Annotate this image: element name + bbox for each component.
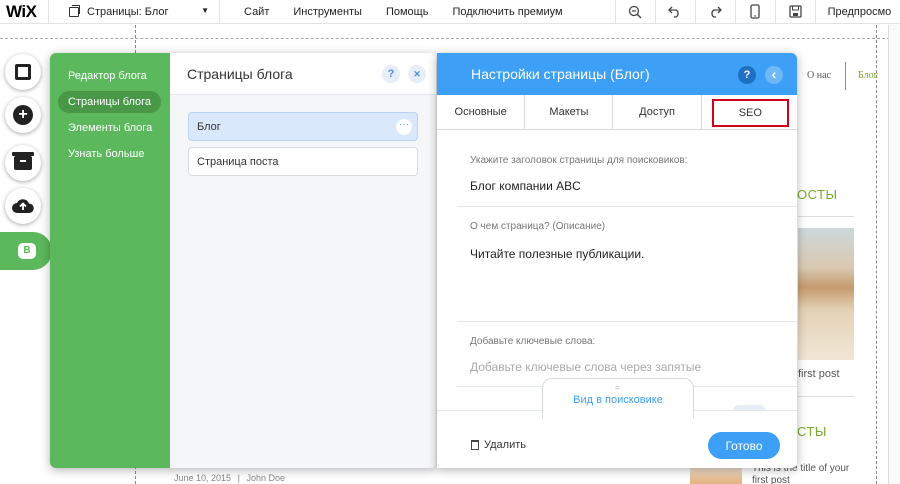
settings-tabs: Основные Макеты Доступ SEO xyxy=(437,95,797,130)
canvas-guide-top xyxy=(0,38,900,39)
page-item-label: Страница поста xyxy=(197,155,279,168)
cloud-upload-icon xyxy=(12,199,34,213)
upload-button[interactable] xyxy=(5,188,41,224)
seo-title-input[interactable]: Блог компании ABC xyxy=(470,179,581,193)
post-author: John Doe xyxy=(246,473,285,483)
search-preview-tab[interactable]: = Вид в поисковике xyxy=(542,378,694,418)
wix-logo: WiX xyxy=(6,1,37,21)
page-settings-panel: Настройки страницы (Блог) ? ‹ Основные М… xyxy=(437,53,797,468)
preview-button[interactable]: Предпросмо xyxy=(816,6,892,18)
back-icon[interactable]: ‹ xyxy=(765,66,783,84)
site-divider xyxy=(798,396,854,397)
tab-seo[interactable]: SEO xyxy=(711,99,789,127)
nav-blog-pages[interactable]: Страницы блога xyxy=(58,91,162,113)
close-icon[interactable]: ✕ xyxy=(408,65,426,83)
post-meta: June 10, 2015 | John Doe xyxy=(174,473,285,483)
done-button[interactable]: Готово xyxy=(708,432,780,459)
menu-site[interactable]: Сайт xyxy=(220,0,281,24)
page-settings-header: Настройки страницы (Блог) ? ‹ xyxy=(437,53,797,95)
nav-blog-editor[interactable]: Редактор блога xyxy=(58,65,157,87)
post-image[interactable] xyxy=(798,228,854,360)
site-posts-heading-2: СТЫ xyxy=(797,424,827,439)
nav-blog-elements[interactable]: Элементы блога xyxy=(58,117,162,139)
pages-dropdown[interactable]: Страницы: Блог ▼ xyxy=(49,0,219,24)
archive-icon xyxy=(12,152,34,170)
site-nav-divider xyxy=(845,62,846,90)
keywords-input[interactable]: Добавьте ключевые слова через запятые xyxy=(470,360,701,374)
mobile-view-icon[interactable] xyxy=(734,0,775,24)
blog-pages-list: Блог ··· Страница поста xyxy=(170,95,436,468)
blog-icon: B xyxy=(18,243,36,259)
post-title-fragment[interactable]: first post xyxy=(798,368,840,380)
field-divider xyxy=(457,206,797,207)
site-nav-about[interactable]: О нас xyxy=(807,70,831,81)
post-date: June 10, 2015 xyxy=(174,473,232,483)
blog-manager-tab[interactable]: B xyxy=(0,232,52,270)
undo-icon[interactable] xyxy=(654,0,695,24)
tab-access[interactable]: Доступ xyxy=(613,95,702,129)
canvas-scroll-gutter[interactable] xyxy=(888,25,900,484)
menu-help[interactable]: Помощь xyxy=(374,0,441,24)
page-settings-title: Настройки страницы (Блог) xyxy=(471,66,650,82)
tab-layouts[interactable]: Макеты xyxy=(525,95,614,129)
site-posts-heading: ОСТЫ xyxy=(797,187,838,202)
description-label: О чем страница? (Описание) xyxy=(470,221,606,232)
grip-icon: = xyxy=(615,383,620,392)
post-title-fragment-3[interactable]: first post xyxy=(752,475,790,484)
app-market-button[interactable] xyxy=(5,145,41,181)
site-divider xyxy=(798,216,854,217)
help-icon[interactable]: ? xyxy=(382,65,400,83)
zoom-icon[interactable] xyxy=(614,0,655,24)
add-element-button[interactable]: + xyxy=(5,97,41,133)
blog-pages-column: Страницы блога ? ✕ Блог ··· Страница пос… xyxy=(170,53,436,468)
more-options-icon[interactable]: ··· xyxy=(396,119,412,135)
blog-manager-panel: Редактор блога Страницы блога Элементы б… xyxy=(50,53,436,468)
delete-page-button[interactable]: Удалить xyxy=(471,439,526,451)
field-divider xyxy=(457,321,797,322)
trash-icon xyxy=(471,440,479,450)
pages-icon xyxy=(69,4,80,17)
nav-learn-more[interactable]: Узнать больше xyxy=(58,143,154,165)
canvas-guide-right xyxy=(876,25,877,484)
help-icon[interactable]: ? xyxy=(738,66,756,84)
post-thumbnail[interactable] xyxy=(690,466,742,484)
site-nav-blog[interactable]: Блог xyxy=(858,70,878,81)
description-textarea[interactable]: Читайте полезные публикации. xyxy=(470,247,644,261)
save-icon[interactable] xyxy=(774,0,815,24)
menu-tools[interactable]: Инструменты xyxy=(281,0,374,24)
keywords-label: Добавьте ключевые слова: xyxy=(470,336,596,347)
page-item-label: Блог xyxy=(197,120,221,133)
tab-general[interactable]: Основные xyxy=(437,95,526,129)
blog-nav: Редактор блога Страницы блога Элементы б… xyxy=(50,53,170,468)
square-icon xyxy=(15,64,31,80)
redo-icon[interactable] xyxy=(694,0,735,24)
menu-upgrade[interactable]: Подключить премиум xyxy=(440,0,578,24)
page-item-post[interactable]: Страница поста xyxy=(188,147,418,176)
plus-icon: + xyxy=(13,105,33,125)
pages-dropdown-label: Страницы: Блог xyxy=(87,5,169,18)
seo-title-label: Укажите заголовок страницы для поисковик… xyxy=(470,155,688,166)
chevron-down-icon: ▼ xyxy=(201,5,209,15)
editor-top-bar: WiX Страницы: Блог ▼ Сайт Инструменты По… xyxy=(0,0,900,24)
delete-label: Удалить xyxy=(484,439,526,451)
settings-footer: Удалить Готово xyxy=(437,410,797,468)
blog-pages-title: Страницы блога xyxy=(187,65,293,82)
page-item-blog[interactable]: Блог ··· xyxy=(188,112,418,141)
search-preview-label: Вид в поисковике xyxy=(573,394,663,406)
blog-pages-header: Страницы блога ? ✕ xyxy=(170,53,436,95)
background-tool-button[interactable] xyxy=(5,54,41,90)
